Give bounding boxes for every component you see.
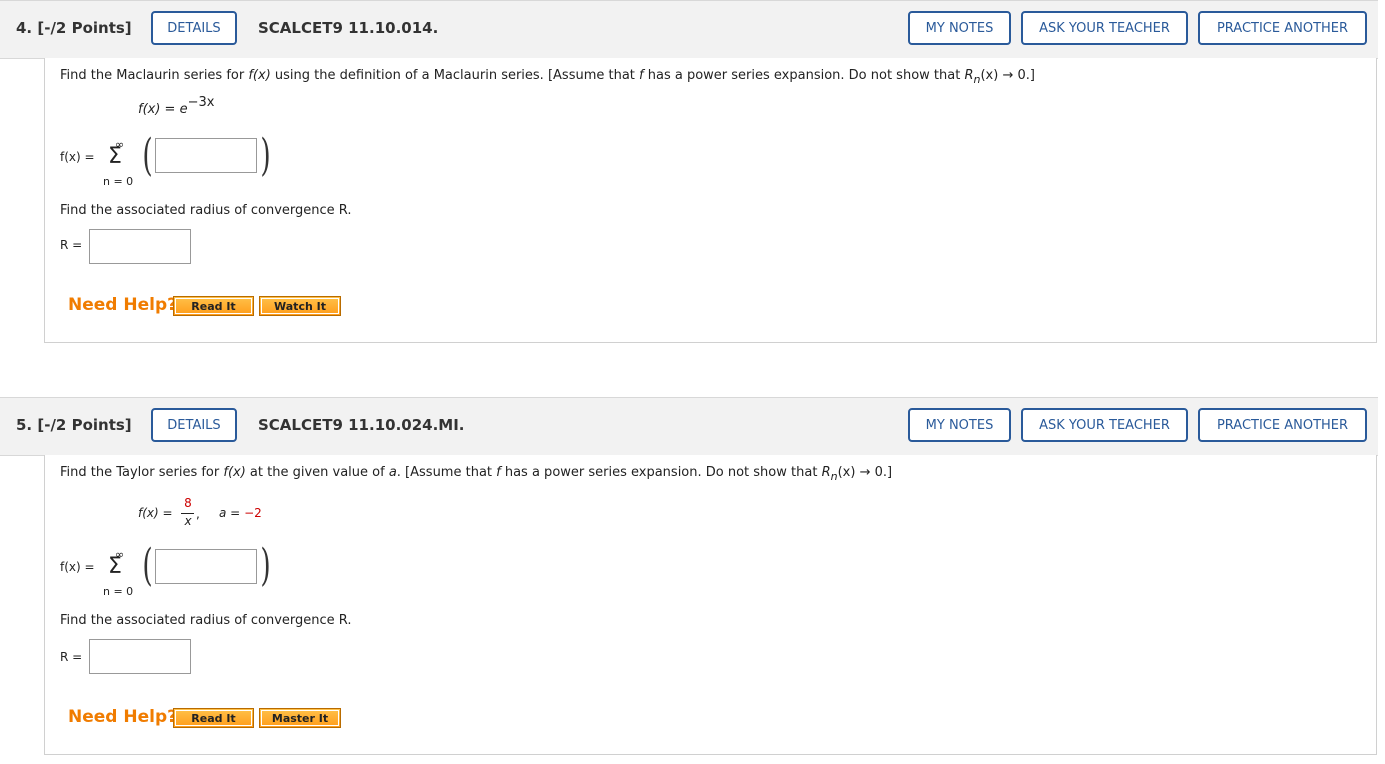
need-help-label: Need Help? bbox=[68, 295, 177, 315]
question-5-number: 5. [-/2 Points] bbox=[16, 416, 132, 434]
practice-another-button[interactable]: PRACTICE ANOTHER bbox=[1198, 11, 1367, 45]
function-definition: f(x) = e−3x bbox=[138, 95, 215, 117]
radius-prompt: Find the associated radius of convergenc… bbox=[60, 613, 352, 628]
need-help-label: Need Help? bbox=[68, 707, 177, 727]
read-it-button[interactable]: Read It bbox=[173, 296, 254, 316]
radius-input[interactable] bbox=[89, 229, 191, 264]
left-paren: ( bbox=[142, 540, 153, 591]
question-4-prompt: Find the Maclaurin series for f(x) using… bbox=[60, 68, 1035, 86]
details-button[interactable]: DETAILS bbox=[151, 11, 237, 45]
question-4-number: 4. [-/2 Points] bbox=[16, 19, 132, 37]
master-it-button[interactable]: Master It bbox=[259, 708, 341, 728]
sum-lower-limit: n = 0 bbox=[103, 175, 134, 188]
read-it-button[interactable]: Read It bbox=[173, 708, 254, 728]
series-term-input[interactable] bbox=[155, 549, 257, 584]
series-term-input[interactable] bbox=[155, 138, 257, 173]
my-notes-button[interactable]: MY NOTES bbox=[908, 11, 1011, 45]
question-5-header: 5. [-/2 Points] DETAILS SCALCET9 11.10.0… bbox=[0, 397, 1378, 456]
fraction-numerator: 8 bbox=[184, 496, 192, 510]
question-4-body: Find the Maclaurin series for f(x) using… bbox=[44, 58, 1377, 343]
question-4-header: 4. [-/2 Points] DETAILS SCALCET9 11.10.0… bbox=[0, 0, 1378, 59]
ask-teacher-button[interactable]: ASK YOUR TEACHER bbox=[1021, 408, 1188, 442]
question-4-id: SCALCET9 11.10.014. bbox=[258, 19, 439, 37]
radius-prompt: Find the associated radius of convergenc… bbox=[60, 203, 352, 218]
question-5-prompt: Find the Taylor series for f(x) at the g… bbox=[60, 465, 893, 483]
sum-lower-limit: n = 0 bbox=[103, 585, 134, 598]
ask-teacher-button[interactable]: ASK YOUR TEACHER bbox=[1021, 11, 1188, 45]
question-5-body: Find the Taylor series for f(x) at the g… bbox=[44, 455, 1377, 755]
details-button[interactable]: DETAILS bbox=[151, 408, 237, 442]
question-5-id: SCALCET9 11.10.024.MI. bbox=[258, 416, 465, 434]
sigma-symbol: Σ bbox=[108, 144, 122, 169]
my-notes-button[interactable]: MY NOTES bbox=[908, 408, 1011, 442]
sigma-symbol: Σ bbox=[108, 554, 122, 579]
radius-label: R = bbox=[60, 238, 83, 252]
comma: , bbox=[196, 507, 200, 521]
series-lhs: f(x) = bbox=[60, 150, 95, 164]
right-paren: ) bbox=[260, 540, 271, 591]
left-paren: ( bbox=[142, 130, 153, 181]
radius-input[interactable] bbox=[89, 639, 191, 674]
series-lhs: f(x) = bbox=[60, 560, 95, 574]
right-paren: ) bbox=[260, 130, 271, 181]
function-definition: f(x) = bbox=[138, 506, 173, 520]
a-value: a = −2 bbox=[219, 506, 262, 520]
radius-label: R = bbox=[60, 650, 83, 664]
watch-it-button[interactable]: Watch It bbox=[259, 296, 341, 316]
practice-another-button[interactable]: PRACTICE ANOTHER bbox=[1198, 408, 1367, 442]
fraction-denominator: x bbox=[184, 514, 192, 528]
